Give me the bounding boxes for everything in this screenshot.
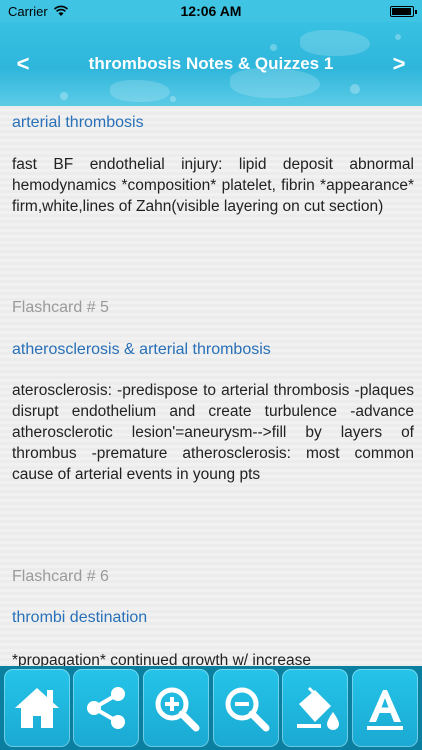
- decor-blob: [300, 30, 370, 56]
- status-left: Carrier: [8, 4, 69, 19]
- share-icon: [87, 687, 126, 729]
- card-answer: aterosclerosis: -predispose to arterial …: [12, 382, 414, 483]
- zoom-in-icon: [155, 687, 200, 732]
- card-question: arterial thrombosis: [12, 114, 144, 131]
- flashcard-content[interactable]: arterial thrombosis fast BF endothelial …: [0, 106, 422, 666]
- card-answer: fast BF endothelial injury: lipid deposi…: [12, 156, 414, 215]
- back-button[interactable]: <: [8, 50, 38, 80]
- theme-button[interactable]: [282, 669, 349, 747]
- bottom-toolbar: [0, 666, 422, 750]
- page-title: thrombosis Notes & Quizzes 1: [88, 54, 334, 73]
- paint-bucket-icon: [297, 686, 340, 730]
- font-icon: [367, 690, 404, 730]
- flashcard-number: Flashcard # 5: [12, 299, 109, 316]
- home-button[interactable]: [3, 669, 70, 747]
- share-button[interactable]: [73, 669, 140, 747]
- battery-icon: [390, 5, 417, 17]
- card-question: atherosclerosis & arterial thrombosis: [12, 341, 271, 358]
- home-icon: [14, 688, 59, 728]
- carrier-label: Carrier: [8, 3, 48, 19]
- decor-blob: [110, 80, 170, 102]
- card-answer: *propagation* continued growth w/ increa…: [12, 652, 311, 666]
- zoom-in-button[interactable]: [143, 669, 210, 747]
- flashcard-number: Flashcard # 6: [12, 568, 109, 585]
- zoom-out-icon: [225, 687, 270, 732]
- decor-dot: [395, 34, 401, 40]
- zoom-out-button[interactable]: [212, 669, 279, 747]
- card-question: thrombi destination: [12, 609, 148, 626]
- forward-button[interactable]: >: [384, 50, 414, 80]
- wifi-icon: [53, 5, 68, 16]
- decor-dot: [60, 92, 68, 100]
- decor-dot: [170, 96, 176, 102]
- status-bar: Carrier 12:06 AM: [0, 0, 422, 22]
- decor-dot: [350, 84, 360, 94]
- nav-bar: < thrombosis Notes & Quizzes 1 >: [0, 22, 422, 106]
- font-button[interactable]: [352, 669, 419, 747]
- decor-dot: [270, 44, 277, 51]
